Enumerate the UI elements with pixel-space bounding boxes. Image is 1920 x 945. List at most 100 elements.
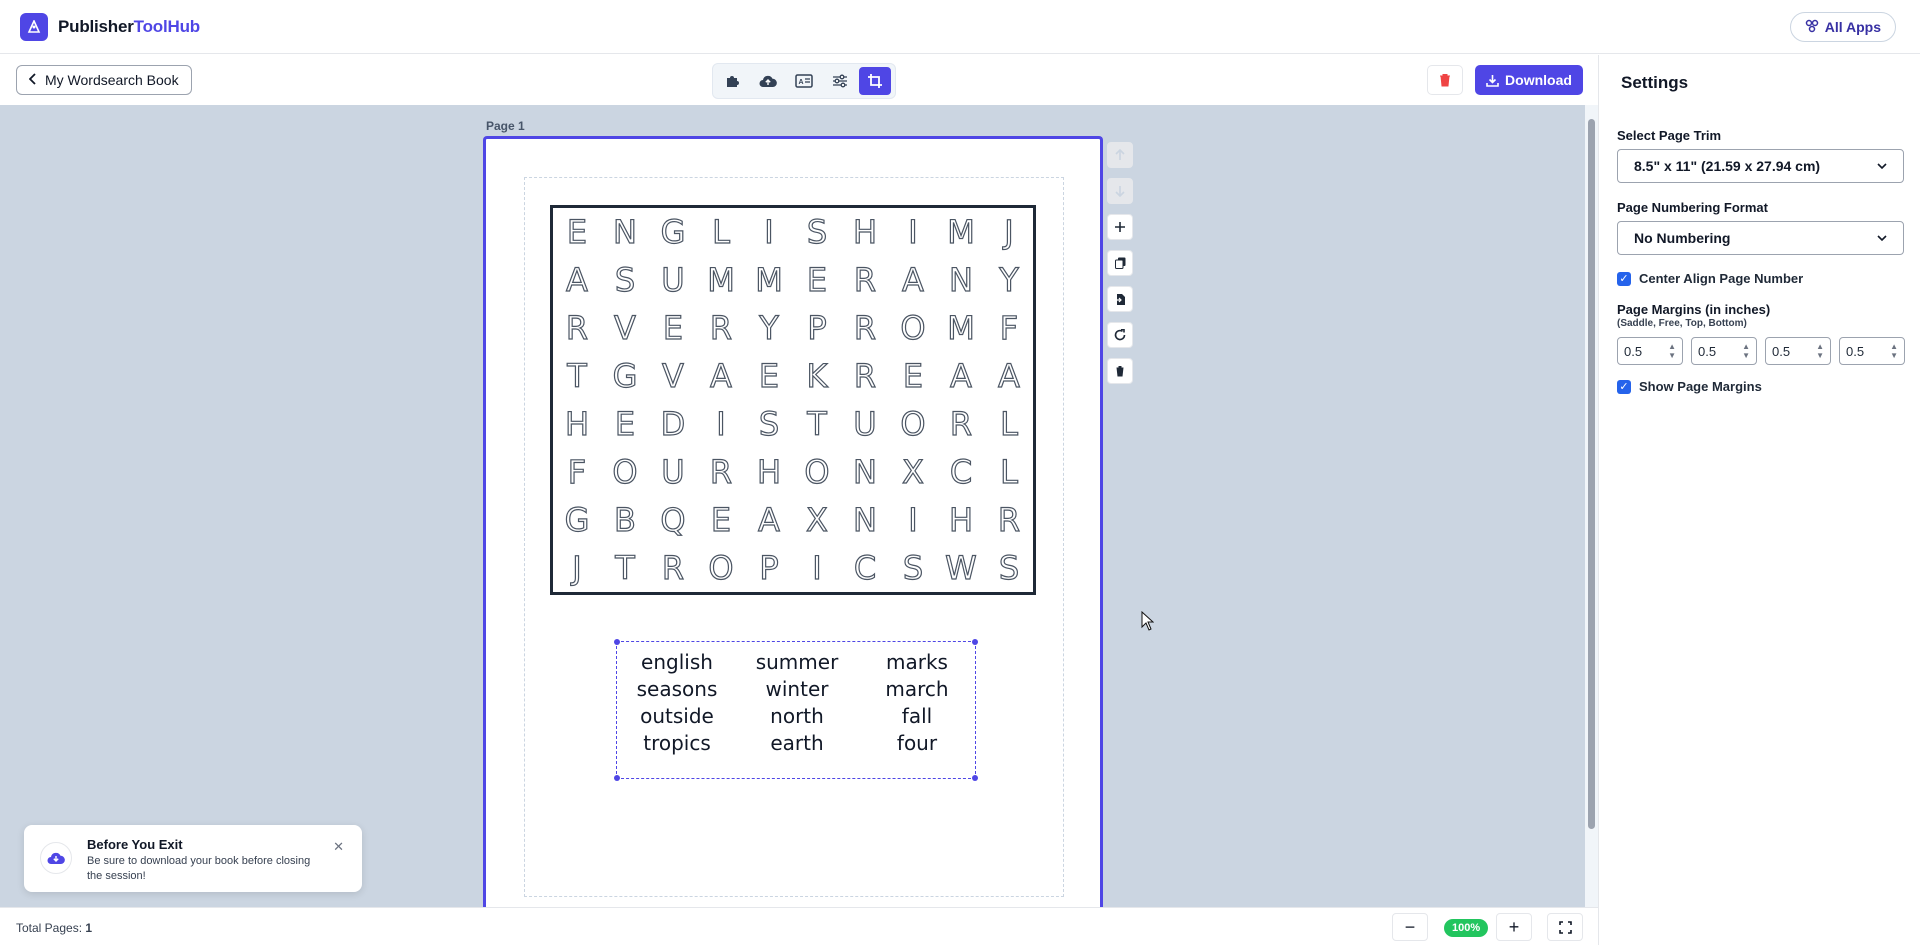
margin-free-value: 0.5 (1698, 343, 1717, 359)
total-pages-label: Total Pages: (16, 921, 86, 935)
add-page-button[interactable] (1107, 214, 1133, 240)
back-to-book-button[interactable]: My Wordsearch Book (16, 65, 192, 95)
plus-icon (1115, 222, 1125, 232)
apps-cluster-icon (1805, 19, 1819, 36)
arrow-up-icon (1115, 149, 1125, 160)
exit-reminder-toast: Before You Exit Be sure to download your… (24, 825, 362, 892)
grid-letter: R (997, 500, 1021, 539)
page-1[interactable]: ENGLISHIMJASUMMERANYRVERYPROMFTGVAEKREAA… (483, 136, 1103, 907)
grid-letter: G (660, 212, 686, 251)
text-tool-button[interactable]: A (788, 67, 820, 95)
word-list-item: march (885, 677, 949, 701)
zoom-out-button[interactable]: − (1392, 913, 1428, 941)
grid-letter: G (564, 500, 590, 539)
brand-name: PublisherToolHub (58, 17, 200, 37)
show-page-margins-checkbox[interactable]: ✓ Show Page Margins (1617, 379, 1762, 394)
grid-letter: L (999, 452, 1018, 491)
grid-letter: N (852, 500, 877, 539)
brand-logo[interactable]: PublisherToolHub (20, 13, 200, 41)
resize-handle[interactable] (972, 775, 978, 781)
resize-handle[interactable] (972, 639, 978, 645)
grid-letter: E (566, 212, 588, 251)
sliders-icon (832, 74, 847, 88)
refresh-page-button[interactable] (1107, 322, 1133, 348)
page-trim-value: 8.5" x 11" (21.59 x 27.94 cm) (1634, 158, 1821, 174)
close-icon[interactable]: ✕ (333, 839, 344, 855)
margin-saddle-input[interactable]: 0.5 ▲ ▼ (1617, 337, 1683, 365)
center-align-page-number-checkbox[interactable]: ✓ Center Align Page Number (1617, 271, 1803, 286)
plus-icon: + (1508, 916, 1520, 937)
zoom-in-button[interactable]: + (1496, 913, 1532, 941)
page-numbering-select[interactable]: No Numbering (1617, 221, 1904, 255)
grid-letter: R (565, 308, 589, 347)
download-button[interactable]: Download (1475, 65, 1583, 95)
margin-free-input[interactable]: 0.5 ▲ ▼ (1691, 337, 1757, 365)
word-list-item: outside (640, 704, 714, 728)
grid-letter: O (900, 404, 926, 443)
wordsearch-grid[interactable]: ENGLISHIMJASUMMERANYRVERYPROMFTGVAEKREAA… (550, 205, 1036, 595)
insert-page-button[interactable] (1107, 286, 1133, 312)
delete-book-button[interactable] (1427, 65, 1463, 95)
grid-letter: F (567, 452, 587, 491)
word-list-box[interactable]: english summer marks seasons winter march outs… (614, 639, 978, 781)
resize-handle[interactable] (614, 775, 620, 781)
cloud-download-icon (40, 842, 72, 874)
grid-letter: E (806, 260, 828, 299)
crop-tool-button[interactable] (859, 67, 891, 95)
margin-top-input[interactable]: 0.5 ▲ ▼ (1765, 337, 1831, 365)
margin-top-value: 0.5 (1772, 343, 1791, 359)
grid-letter: A (709, 356, 732, 395)
move-page-down-button[interactable] (1107, 178, 1133, 204)
canvas-scrollbar[interactable] (1585, 105, 1598, 907)
status-bar: Total Pages: 1 − 100% + (0, 907, 1598, 945)
grid-letter: I (764, 212, 775, 251)
upload-tool-button[interactable] (753, 67, 785, 95)
grid-letter: V (613, 308, 636, 347)
logo-icon (20, 13, 48, 41)
grid-letter: I (812, 548, 823, 587)
editor-canvas[interactable]: Page 1 ENGLISHIMJASUMMERANYRVERYPROMFTGV… (0, 105, 1598, 907)
word-list-item: summer (755, 650, 839, 674)
grid-letter: T (807, 404, 828, 443)
scrollbar-thumb[interactable] (1588, 119, 1595, 829)
all-apps-button[interactable]: All Apps (1789, 12, 1896, 42)
grid-letter: U (853, 404, 878, 443)
grid-letter: A (901, 260, 924, 299)
spinner-icon[interactable]: ▲ ▼ (1816, 342, 1824, 360)
grid-letter: O (804, 452, 830, 491)
grid-letter: E (614, 404, 636, 443)
resize-handle[interactable] (614, 639, 620, 645)
grid-letter: R (853, 260, 877, 299)
grid-letter: A (949, 356, 972, 395)
word-list-item: tropics (643, 731, 711, 755)
page-label: Page 1 (486, 119, 525, 133)
page-trim-select[interactable]: 8.5" x 11" (21.59 x 27.94 cm) (1617, 149, 1904, 183)
page-margins-sublabel: (Saddle, Free, Top, Bottom) (1617, 318, 1747, 329)
fullscreen-button[interactable] (1547, 913, 1583, 941)
spinner-icon[interactable]: ▲ ▼ (1890, 342, 1898, 360)
word-list-item: north (770, 704, 824, 728)
puzzle-tool-button[interactable] (717, 67, 749, 95)
word-list-item: marks (886, 650, 948, 674)
grid-letter: W (945, 548, 978, 587)
settings-title: Settings (1621, 73, 1689, 92)
move-page-up-button[interactable] (1107, 142, 1133, 168)
grid-letter: L (711, 212, 730, 251)
arrow-down-icon (1115, 186, 1125, 197)
delete-page-button[interactable] (1107, 358, 1133, 384)
adjust-tool-button[interactable] (824, 67, 856, 95)
page-margins-inputs: 0.5 ▲ ▼ 0.5 ▲ ▼ 0.5 ▲ ▼ 0.5 ▲ ▼ (1617, 337, 1905, 365)
download-label: Download (1505, 72, 1572, 88)
spinner-icon[interactable]: ▲ ▼ (1668, 342, 1676, 360)
zoom-level: 100% (1444, 919, 1489, 937)
grid-letter: H (564, 404, 590, 443)
word-list-item: fall (901, 704, 933, 728)
grid-letter: Y (999, 260, 1020, 299)
duplicate-page-button[interactable] (1107, 250, 1133, 276)
spinner-icon[interactable]: ▲ ▼ (1742, 342, 1750, 360)
grid-letter: R (661, 548, 685, 587)
back-button-label: My Wordsearch Book (45, 72, 179, 88)
center-align-label: Center Align Page Number (1639, 271, 1804, 286)
margin-bottom-input[interactable]: 0.5 ▲ ▼ (1839, 337, 1905, 365)
grid-letter: M (947, 308, 976, 347)
